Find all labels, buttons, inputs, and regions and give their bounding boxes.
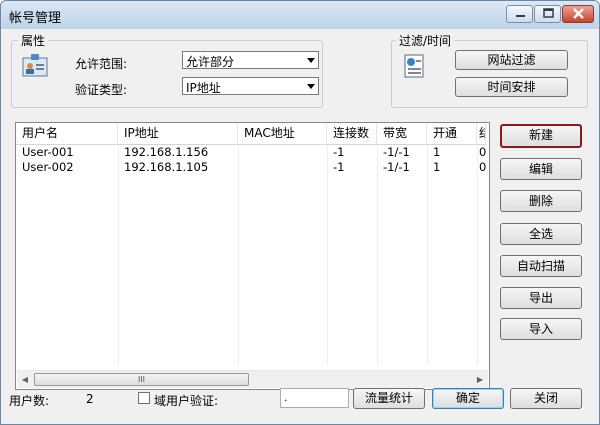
attributes-group: 属性 允许范围: 允许部分 验证类型: IP地址 xyxy=(11,32,323,108)
cell-bandwidth: -1/-1 xyxy=(383,160,410,174)
filter-time-legend: 过滤/时间 xyxy=(396,32,455,49)
export-button[interactable]: 导出 xyxy=(500,287,582,309)
column-header-ip[interactable]: IP地址 xyxy=(118,123,238,144)
select-all-button[interactable]: 全选 xyxy=(500,223,582,245)
minimize-button[interactable] xyxy=(506,5,533,23)
table-row[interactable]: User-001 192.168.1.156 -1 -1/-1 1 0 xyxy=(16,145,486,160)
cell-mac xyxy=(238,160,327,175)
column-header-connections[interactable]: 连接数 xyxy=(327,123,377,144)
scroll-left-arrow-icon[interactable]: ◀ xyxy=(17,372,33,387)
minimize-icon xyxy=(516,15,525,17)
title-bar[interactable]: 帐号管理 xyxy=(1,1,599,29)
user-card-icon xyxy=(22,54,48,77)
column-divider xyxy=(238,145,239,365)
delete-button[interactable]: 删除 xyxy=(500,190,582,212)
column-header-bandwidth[interactable]: 带宽 xyxy=(377,123,427,144)
traffic-stats-button[interactable]: 流量统计 xyxy=(353,388,425,409)
user-count-label: 用户数: xyxy=(9,394,50,408)
column-divider xyxy=(427,145,428,365)
web-filter-button[interactable]: 网站过滤 xyxy=(455,50,568,70)
cell-username: User-001 xyxy=(22,145,74,159)
cell-mac xyxy=(238,145,327,160)
scroll-right-arrow-icon[interactable]: ▶ xyxy=(472,372,488,387)
account-management-window: 帐号管理 属性 允许范围: 允许部分 验证类型: IP地址 过滤/时间 网站过滤… xyxy=(0,0,600,425)
web-document-icon xyxy=(404,54,424,78)
cell-truncated: 0 xyxy=(479,145,486,159)
cell-connections: -1 xyxy=(333,145,345,159)
verify-type-dropdown[interactable]: IP地址 xyxy=(182,77,319,95)
column-header-truncated[interactable]: 结 xyxy=(477,123,486,144)
domain-verify-label: 域用户验证: xyxy=(154,394,219,408)
column-divider xyxy=(118,145,119,365)
column-header-username[interactable]: 用户名 xyxy=(16,123,118,144)
schedule-button[interactable]: 时间安排 xyxy=(455,77,568,97)
range-value: 允许部分 xyxy=(186,55,235,69)
import-button[interactable]: 导入 xyxy=(500,318,582,340)
cell-truncated: 0 xyxy=(479,160,486,174)
cell-ip: 192.168.1.105 xyxy=(124,160,209,174)
cell-username: User-002 xyxy=(22,160,74,174)
range-label: 允许范围: xyxy=(75,57,128,71)
chevron-down-icon xyxy=(307,84,315,89)
account-list[interactable]: 用户名 IP地址 MAC地址 连接数 带宽 开通 结 User-001 192.… xyxy=(15,122,490,390)
cell-bandwidth: -1/-1 xyxy=(383,145,410,159)
user-count-value: 2 xyxy=(86,392,94,406)
list-header: 用户名 IP地址 MAC地址 连接数 带宽 开通 结 xyxy=(16,123,486,145)
edit-button[interactable]: 编辑 xyxy=(500,158,582,180)
cell-enabled: 1 xyxy=(433,160,441,174)
column-header-mac[interactable]: MAC地址 xyxy=(238,123,327,144)
cell-enabled: 1 xyxy=(433,145,441,159)
chevron-down-icon xyxy=(307,58,315,63)
verify-type-label: 验证类型: xyxy=(75,83,128,97)
range-dropdown[interactable]: 允许部分 xyxy=(182,51,319,69)
column-divider xyxy=(327,145,328,365)
maximize-icon xyxy=(543,8,554,18)
close-button[interactable]: 关闭 xyxy=(510,388,582,409)
filter-time-group: 过滤/时间 网站过滤 时间安排 xyxy=(391,32,588,108)
auto-scan-button[interactable]: 自动扫描 xyxy=(500,255,582,277)
verify-type-value: IP地址 xyxy=(186,81,221,95)
horizontal-scrollbar[interactable]: ◀ III ▶ xyxy=(17,370,488,388)
table-row[interactable]: User-002 192.168.1.105 -1 -1/-1 1 0 xyxy=(16,160,486,175)
list-rows: User-001 192.168.1.156 -1 -1/-1 1 0 User… xyxy=(16,145,486,175)
cell-connections: -1 xyxy=(333,160,345,174)
attributes-legend: 属性 xyxy=(18,32,49,49)
scroll-thumb[interactable]: III xyxy=(34,373,249,386)
cell-ip: 192.168.1.156 xyxy=(124,145,209,159)
close-icon xyxy=(573,8,584,19)
new-button[interactable]: 新建 xyxy=(500,124,582,148)
domain-verify-checkbox[interactable] xyxy=(138,392,150,404)
column-header-enabled[interactable]: 开通 xyxy=(427,123,477,144)
domain-input[interactable]: . xyxy=(280,388,349,408)
maximize-button[interactable] xyxy=(534,5,561,23)
close-window-button[interactable] xyxy=(562,5,594,23)
dialog-client-area: 属性 允许范围: 允许部分 验证类型: IP地址 过滤/时间 网站过滤 时间安排… xyxy=(5,29,595,421)
window-title: 帐号管理 xyxy=(9,11,62,26)
column-divider xyxy=(477,145,478,365)
ok-button[interactable]: 确定 xyxy=(432,388,504,409)
column-divider xyxy=(377,145,378,365)
